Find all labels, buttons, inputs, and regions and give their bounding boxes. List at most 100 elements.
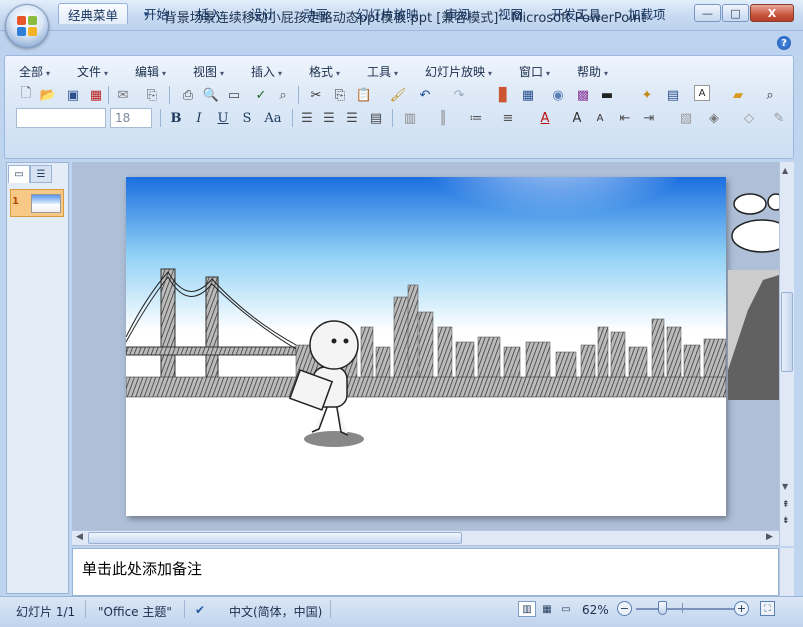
tab-slideshow[interactable]: 幻灯片放映	[347, 3, 428, 24]
font-color-icon[interactable]: A	[535, 108, 555, 128]
proofing-icon[interactable]: ✔	[195, 603, 205, 617]
arrange-icon[interactable]: ▧	[676, 108, 696, 128]
layout-icon[interactable]: ▤	[663, 85, 683, 105]
office-button[interactable]	[5, 4, 49, 48]
print-icon[interactable]: ⎙	[178, 85, 198, 105]
tab-animation[interactable]: 动画	[294, 3, 337, 24]
shadow-button[interactable]: S	[237, 108, 257, 128]
normal-view-icon[interactable]: ▥	[518, 601, 536, 617]
scroll-left-icon[interactable]: ◀	[76, 532, 83, 542]
numbering-icon[interactable]: ≔	[466, 108, 486, 128]
vertical-scroll-thumb[interactable]	[781, 292, 793, 372]
help-icon[interactable]: ?	[777, 36, 791, 50]
slide-thumbnail-image[interactable]	[31, 194, 61, 213]
redo-tb-icon[interactable]: ↷	[449, 85, 469, 105]
paste-icon[interactable]: 📋	[354, 85, 374, 105]
format-painter-icon[interactable]: 🖌	[388, 85, 408, 105]
zoom-slider-thumb[interactable]	[658, 601, 667, 615]
theme-status[interactable]: "Office 主题"	[98, 603, 172, 620]
tab-classic-menu[interactable]: 经典菜单	[58, 3, 129, 24]
tab-developer[interactable]: 开发工具	[542, 3, 610, 24]
justify-icon[interactable]: ▤	[366, 108, 386, 128]
menu-format[interactable]: 格式 ▾	[309, 63, 340, 79]
italic-button[interactable]: I	[189, 108, 209, 128]
quick-styles-icon[interactable]: ◈	[704, 108, 724, 128]
textbox-icon[interactable]: A	[694, 85, 710, 101]
insert-picture-icon[interactable]: ▩	[573, 85, 593, 105]
change-case-button[interactable]: Aa	[260, 108, 286, 128]
zoom-slider-track[interactable]	[636, 608, 734, 610]
open-icon[interactable]: 📂	[38, 85, 58, 105]
menu-file[interactable]: 文件 ▾	[77, 63, 108, 79]
save-tb-icon[interactable]: ▣	[63, 85, 83, 105]
menu-insert[interactable]: 插入 ▾	[251, 63, 282, 79]
menu-all[interactable]: 全部 ▾	[19, 63, 50, 79]
scroll-up-icon[interactable]: ▲	[782, 166, 792, 176]
zoom-out-icon[interactable]: −	[617, 601, 632, 616]
undo-tb-icon[interactable]: ↶	[415, 85, 435, 105]
horizontal-scrollbar[interactable]: ◀ ▶	[72, 530, 779, 545]
increase-indent-icon[interactable]: ⇥	[639, 108, 659, 128]
page-setup-icon[interactable]: ▭	[224, 85, 244, 105]
close-button[interactable]: X	[750, 4, 794, 22]
tab-design[interactable]: 设计	[241, 3, 284, 24]
copy-icon[interactable]: ⎘	[330, 85, 350, 105]
spelling-icon[interactable]: ✓	[251, 85, 271, 105]
slides-tab-icon[interactable]: ▭	[8, 165, 30, 183]
menu-view[interactable]: 视图 ▾	[193, 63, 224, 79]
previous-slide-icon[interactable]: ⇞	[782, 500, 792, 510]
cut-icon[interactable]: ✂	[306, 85, 326, 105]
bullets-icon[interactable]: ≡	[498, 108, 518, 128]
decrease-indent-icon[interactable]: ⇤	[615, 108, 635, 128]
zoom-level[interactable]: 62%	[582, 603, 609, 617]
vertical-scrollbar[interactable]: ▲ ▼ ⇞ ⇟	[779, 162, 794, 546]
grow-font-icon[interactable]: A	[567, 108, 587, 128]
next-slide-icon[interactable]: ⇟	[782, 516, 792, 526]
chart-icon[interactable]: ▊	[494, 85, 514, 105]
menu-window[interactable]: 窗口 ▾	[519, 63, 550, 79]
menu-slideshow[interactable]: 幻灯片放映 ▾	[425, 63, 492, 79]
tab-review[interactable]: 审阅	[436, 3, 479, 24]
menu-edit[interactable]: 编辑 ▾	[135, 63, 166, 79]
scroll-down-icon[interactable]: ▼	[782, 482, 792, 492]
table-icon[interactable]: ▦	[518, 85, 538, 105]
menu-tools[interactable]: 工具 ▾	[367, 63, 398, 79]
language-status[interactable]: 中文(简体，中国)	[229, 603, 322, 620]
color-grayscale-icon[interactable]: ▬	[597, 85, 617, 105]
notes-placeholder[interactable]: 单击此处添加备注	[82, 558, 202, 579]
slideshow-view-icon[interactable]: ▭	[557, 601, 575, 617]
fit-to-window-icon[interactable]: ⛶	[760, 601, 775, 616]
find-icon[interactable]: ⌕	[760, 85, 780, 105]
tab-home[interactable]: 开始	[135, 3, 178, 24]
scroll-right-icon[interactable]: ▶	[766, 532, 773, 542]
tab-insert[interactable]: 插入	[188, 3, 231, 24]
bold-button[interactable]: B	[166, 108, 186, 128]
slide-sorter-icon[interactable]: ▦	[538, 601, 556, 617]
underline-button[interactable]: U	[213, 108, 233, 128]
permission-icon[interactable]: ✉	[113, 85, 133, 105]
maximize-button[interactable]: □	[722, 4, 749, 22]
tab-view[interactable]: 视图	[489, 3, 532, 24]
pdf-icon[interactable]: ▦	[86, 85, 106, 105]
shape-fill-icon[interactable]: ◇	[739, 108, 759, 128]
shape-outline-icon[interactable]: ✎	[769, 108, 789, 128]
zoom-in-icon[interactable]: +	[734, 601, 749, 616]
font-name-combo[interactable]	[16, 108, 106, 128]
align-right-icon[interactable]: ☰	[342, 108, 362, 128]
menu-help[interactable]: 帮助 ▾	[577, 63, 608, 79]
new-icon[interactable]: 🗋	[16, 85, 36, 105]
shrink-font-icon[interactable]: A	[590, 108, 610, 128]
line-spacing-icon[interactable]: ▥	[400, 108, 420, 128]
slide-canvas[interactable]	[126, 177, 726, 516]
print-preview-icon[interactable]: 🔍	[201, 85, 221, 105]
send-icon[interactable]: ⎘	[142, 85, 162, 105]
research-icon[interactable]: ⌕	[273, 85, 293, 105]
hyperlink-icon[interactable]: ◉	[548, 85, 568, 105]
outline-tab-icon[interactable]: ☰	[30, 165, 52, 183]
notes-scrollbar[interactable]	[779, 548, 794, 596]
align-left-icon[interactable]: ☰	[297, 108, 317, 128]
shapes-icon[interactable]: ▰	[728, 85, 748, 105]
columns-icon[interactable]: ║	[433, 108, 453, 128]
font-size-combo[interactable]: 18	[110, 108, 152, 128]
horizontal-scroll-thumb[interactable]	[88, 532, 462, 544]
